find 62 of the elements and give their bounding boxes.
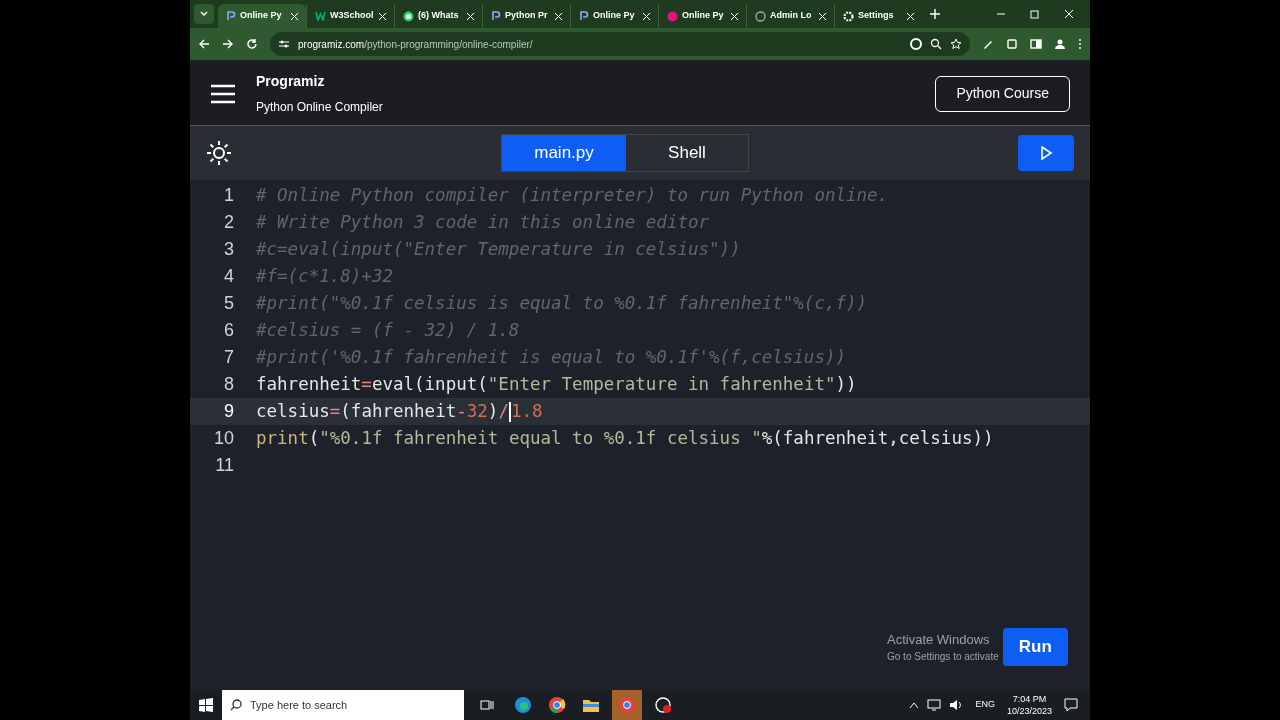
round-logo-icon	[667, 10, 678, 22]
task-view-icon[interactable]	[480, 698, 494, 712]
gear-icon	[843, 10, 854, 22]
w-logo-icon	[315, 11, 326, 21]
network-icon[interactable]	[927, 699, 942, 711]
extensions-icon[interactable]	[1006, 38, 1018, 50]
close-tab-icon[interactable]	[643, 12, 650, 20]
code-line[interactable]: fahrenheit=eval(input("Enter Temperature in fahrenheit"))	[256, 371, 857, 398]
close-tab-icon[interactable]	[819, 12, 826, 20]
bookmark-star-icon[interactable]	[950, 38, 962, 50]
run-button[interactable]: Run	[1002, 628, 1068, 666]
close-tab-icon[interactable]	[555, 12, 562, 20]
hamburger-menu-icon[interactable]	[210, 83, 236, 104]
page-subtitle: Python Online Compiler	[256, 99, 383, 116]
recorder-icon[interactable]	[654, 696, 672, 714]
url-text[interactable]: programiz.com/python-programming/online-compiler/	[298, 36, 533, 52]
theme-toggle-icon[interactable]	[206, 140, 232, 166]
reload-icon[interactable]	[246, 38, 258, 50]
logo-text[interactable]: Programiz	[256, 71, 383, 92]
course-button[interactable]: Python Course	[935, 75, 1070, 112]
side-panel-icon[interactable]	[1030, 38, 1042, 50]
notifications-icon[interactable]	[1064, 698, 1078, 712]
profile-icon[interactable]	[1054, 38, 1066, 50]
address-bar[interactable]: programiz.com/python-programming/online-compiler/	[270, 32, 970, 56]
browser-tab[interactable]: Online Py	[218, 4, 306, 28]
language-indicator[interactable]: ENG	[975, 698, 995, 712]
p-logo-icon	[491, 11, 501, 21]
p-logo-icon	[579, 11, 589, 21]
new-tab-icon[interactable]	[930, 9, 940, 19]
close-tab-icon[interactable]	[731, 12, 738, 20]
menu-icon[interactable]	[1078, 38, 1082, 50]
close-tab-icon[interactable]	[467, 12, 474, 20]
close-icon[interactable]	[1064, 9, 1074, 19]
code-line[interactable]: celsius=(fahrenheit-32)/1.8	[256, 398, 543, 425]
chrome-icon[interactable]	[548, 696, 566, 714]
search-icon	[230, 699, 242, 711]
pen-icon[interactable]	[982, 38, 994, 50]
p-logo-icon	[226, 11, 236, 21]
restore-icon[interactable]	[1030, 9, 1040, 19]
editor-tab[interactable]: main.py	[502, 135, 626, 171]
speaker-icon[interactable]	[949, 699, 964, 711]
globe-icon	[755, 10, 766, 22]
activation-title: Activate Windows	[887, 630, 991, 649]
play-icon	[1039, 146, 1053, 160]
taskbar-search-field[interactable]: Type here to search	[222, 690, 464, 720]
windows-start-icon[interactable]	[199, 698, 213, 712]
tab-list-button[interactable]	[194, 4, 214, 24]
zoom-icon[interactable]	[930, 38, 942, 50]
back-icon[interactable]	[198, 38, 210, 50]
site-settings-icon[interactable]	[278, 39, 290, 49]
close-tab-icon[interactable]	[379, 12, 386, 20]
forward-icon[interactable]	[222, 38, 234, 50]
activation-message: Go to Settings to activate	[887, 650, 999, 665]
text-cursor	[508, 401, 511, 422]
clock[interactable]: 7:04 PM 10/23/2023	[1006, 693, 1052, 717]
chrome-profile-icon[interactable]	[612, 690, 642, 720]
run-button[interactable]	[1018, 135, 1074, 171]
folder-icon[interactable]	[582, 697, 600, 713]
chevron-up-icon[interactable]	[909, 701, 920, 709]
code-line[interactable]: print("%0.1f fahrenheit equal to %0.1f celsius "%(fahrenheit,celsius))	[256, 425, 994, 452]
close-tab-icon[interactable]	[291, 12, 298, 20]
close-tab-icon[interactable]	[907, 12, 914, 20]
